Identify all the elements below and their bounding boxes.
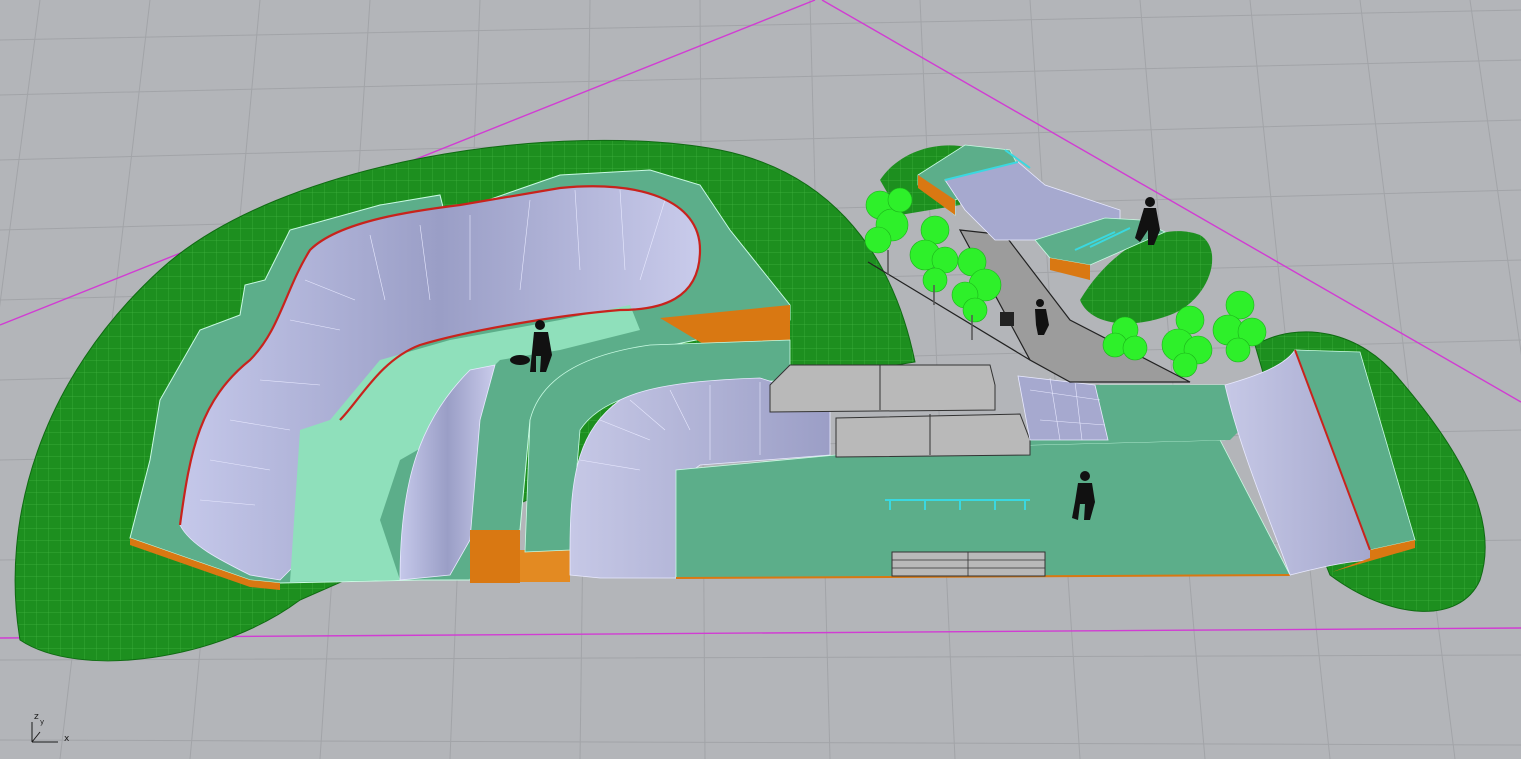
manual-pad-lower[interactable] — [835, 413, 1031, 458]
scene-canvas[interactable] — [0, 0, 1521, 759]
flat-bench[interactable] — [891, 551, 1046, 577]
tree-icon — [909, 215, 959, 293]
tree-icon — [864, 187, 913, 254]
perspective-viewport[interactable]: x z y — [0, 0, 1521, 759]
axis-label-y: y — [40, 718, 45, 726]
axis-label-z: z — [34, 712, 39, 722]
tree-icon — [1102, 316, 1148, 361]
tree-icon — [1161, 305, 1213, 378]
manual-pad-upper[interactable] — [769, 364, 996, 413]
axis-gizmo-icon — [31, 722, 58, 743]
bank-ramp[interactable] — [1017, 375, 1109, 441]
axis-label-x: x — [64, 734, 70, 744]
